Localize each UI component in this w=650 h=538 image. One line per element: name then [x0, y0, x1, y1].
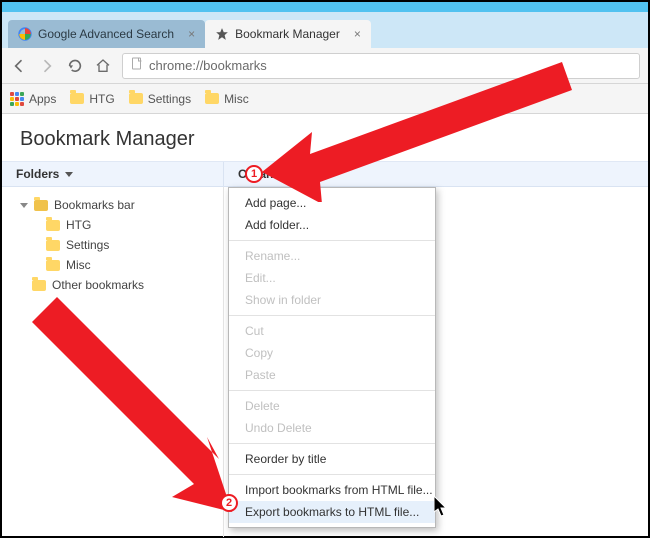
folder-icon [70, 93, 84, 104]
folder-icon [46, 220, 60, 231]
folder-icon [32, 280, 46, 291]
folder-icon [205, 93, 219, 104]
menu-show-in-folder: Show in folder [229, 289, 435, 311]
menu-separator [229, 474, 435, 475]
bookmark-folder-htg[interactable]: HTG [70, 92, 114, 106]
menu-undo-delete: Undo Delete [229, 417, 435, 439]
tree-item-settings[interactable]: Settings [2, 235, 223, 255]
menu-rename: Rename... [229, 245, 435, 267]
tree-item-bookmarks-bar[interactable]: Bookmarks bar [2, 195, 223, 215]
tab-label: Bookmark Manager [235, 27, 340, 41]
menu-reorder-by-title[interactable]: Reorder by title [229, 448, 435, 470]
menu-delete: Delete [229, 395, 435, 417]
home-button[interactable] [94, 57, 112, 75]
annotation-marker-2: 2 [220, 494, 238, 512]
tab-label: Google Advanced Search [38, 27, 174, 41]
folder-icon [46, 240, 60, 251]
menu-separator [229, 390, 435, 391]
browser-window: Google Advanced Search × Bookmark Manage… [0, 0, 650, 538]
organize-menu: Add page... Add folder... Rename... Edit… [228, 187, 436, 528]
apps-button[interactable]: Apps [10, 92, 56, 106]
menu-separator [229, 240, 435, 241]
menu-copy: Copy [229, 342, 435, 364]
tree-item-htg[interactable]: HTG [2, 215, 223, 235]
apps-label: Apps [29, 92, 56, 106]
annotation-arrow-2 [22, 292, 252, 522]
menu-export-html[interactable]: Export bookmarks to HTML file... [229, 501, 435, 523]
forward-button[interactable] [38, 57, 56, 75]
annotation-marker-1: 1 [245, 165, 263, 183]
menu-cut: Cut [229, 320, 435, 342]
folder-icon [46, 260, 60, 271]
mouse-cursor-icon [434, 496, 452, 518]
close-icon[interactable]: × [188, 27, 195, 41]
menu-paste: Paste [229, 364, 435, 386]
caret-down-icon [65, 172, 73, 177]
menu-edit: Edit... [229, 267, 435, 289]
apps-icon [10, 92, 24, 106]
bookmark-folder-settings[interactable]: Settings [129, 92, 191, 106]
page-icon [131, 57, 143, 74]
triangle-down-icon [20, 203, 28, 208]
menu-separator [229, 315, 435, 316]
back-button[interactable] [10, 57, 28, 75]
annotation-arrow-1 [262, 42, 582, 202]
right-pane: Add page... Add folder... Rename... Edit… [224, 187, 648, 537]
star-icon [215, 27, 229, 41]
window-titlebar [2, 2, 648, 12]
folders-header[interactable]: Folders [2, 162, 224, 186]
reload-button[interactable] [66, 57, 84, 75]
menu-separator [229, 443, 435, 444]
bookmark-folder-misc[interactable]: Misc [205, 92, 249, 106]
folder-icon [129, 93, 143, 104]
folder-open-icon [34, 200, 48, 211]
tab-google-advanced-search[interactable]: Google Advanced Search × [8, 20, 205, 48]
google-favicon [18, 27, 32, 41]
menu-import-html[interactable]: Import bookmarks from HTML file... [229, 479, 435, 501]
menu-add-folder[interactable]: Add folder... [229, 214, 435, 236]
tree-item-misc[interactable]: Misc [2, 255, 223, 275]
close-icon[interactable]: × [354, 27, 361, 41]
